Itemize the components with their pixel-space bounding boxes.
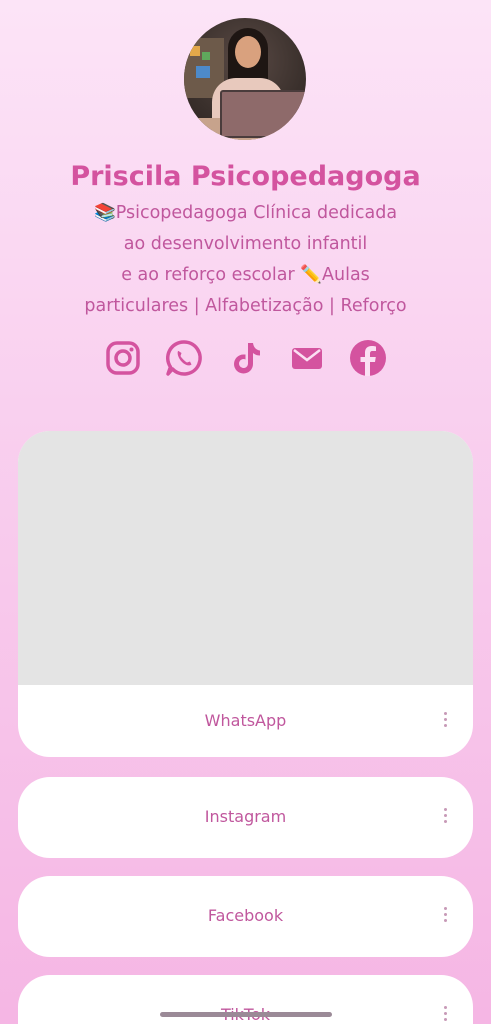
- email-icon[interactable]: [287, 338, 327, 378]
- avatar-face: [235, 36, 261, 68]
- link-card-whatsapp[interactable]: WhatsApp: [18, 431, 473, 757]
- more-options-icon[interactable]: [443, 712, 449, 730]
- profile-bio: 📚Psicopedagoga Clínica dedicada ao desen…: [30, 198, 461, 322]
- profile-avatar: [184, 18, 306, 140]
- link-row[interactable]: WhatsApp: [18, 685, 473, 757]
- link-label: Facebook: [207, 906, 284, 925]
- more-options-icon[interactable]: [443, 907, 449, 925]
- bio-line: e ao reforço escolar ✏️Aulas: [121, 265, 370, 285]
- tiktok-icon[interactable]: [226, 338, 266, 378]
- social-icons-row: [0, 338, 491, 382]
- avatar-laptop: [220, 90, 306, 138]
- profile-name: Priscila Psicopedagoga: [70, 161, 421, 192]
- bio-line: particulares | Alfabetização | Reforço: [84, 296, 407, 316]
- link-card-instagram[interactable]: Instagram: [18, 777, 473, 858]
- instagram-icon[interactable]: [103, 338, 143, 378]
- avatar-book-1: [190, 46, 200, 56]
- avatar-book-2: [202, 52, 210, 60]
- link-label: Instagram: [204, 807, 287, 826]
- link-card-facebook[interactable]: Facebook: [18, 876, 473, 957]
- link-thumbnail-placeholder: [18, 431, 473, 685]
- facebook-icon[interactable]: [348, 338, 388, 378]
- link-label: WhatsApp: [204, 711, 287, 730]
- more-options-icon[interactable]: [443, 808, 449, 826]
- bio-line: ao desenvolvimento infantil: [123, 234, 368, 254]
- link-row[interactable]: Instagram: [18, 777, 473, 858]
- home-indicator[interactable]: [160, 1012, 332, 1017]
- avatar-book-3: [196, 66, 210, 78]
- link-row[interactable]: Facebook: [18, 876, 473, 957]
- bio-line: 📚Psicopedagoga Clínica dedicada: [93, 203, 398, 223]
- more-options-icon[interactable]: [443, 1006, 449, 1024]
- whatsapp-icon[interactable]: [164, 338, 204, 378]
